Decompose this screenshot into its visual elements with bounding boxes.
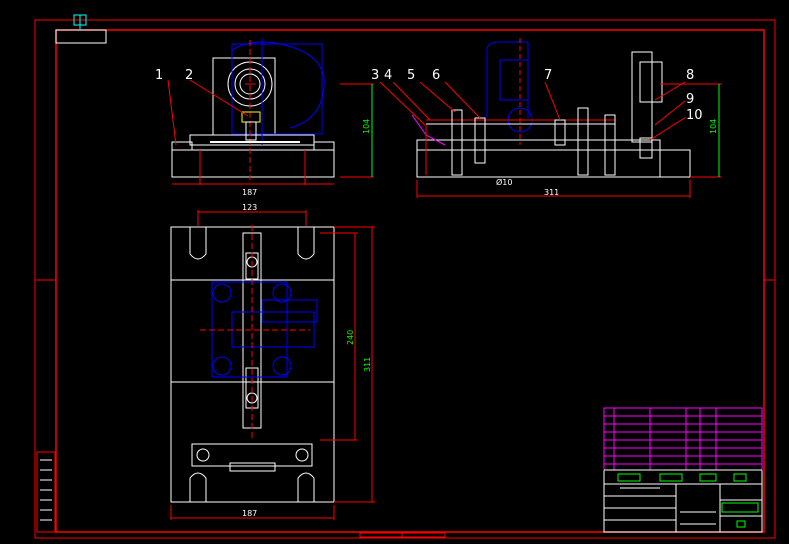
part-label-1: 1 [155,68,163,83]
dim-plan-inner-height: 240 [346,330,355,345]
dim-plan-total-height: 311 [363,357,372,372]
part-label-3: 3 [371,68,379,83]
part-label-5: 5 [407,68,415,83]
plan-view [170,210,375,520]
corner-mark [55,14,107,44]
part-label-4: 4 [384,68,392,83]
front-view [167,38,374,185]
part-label-10: 10 [686,108,703,123]
dim-front-height: 104 [362,119,371,134]
side-view [379,38,722,198]
margin-marks [36,451,56,533]
drawing-frame [34,19,776,539]
dim-front-width: 187 [242,188,257,197]
dim-side-diameter: Ø10 [496,177,512,187]
dim-top-slot-span: 123 [242,203,257,212]
title-block [603,407,763,533]
part-label-6: 6 [432,68,440,83]
cad-drawing-canvas[interactable]: 1 2 187 104 3 4 5 6 7 8 9 10 Ø10 311 104… [0,0,789,544]
part-label-7: 7 [544,68,552,83]
part-label-2: 2 [185,68,193,83]
dim-side-height: 104 [709,119,718,134]
part-label-8: 8 [686,68,694,83]
part-label-9: 9 [686,92,694,107]
dim-side-width: 311 [544,188,559,197]
dim-plan-width: 187 [242,509,257,518]
